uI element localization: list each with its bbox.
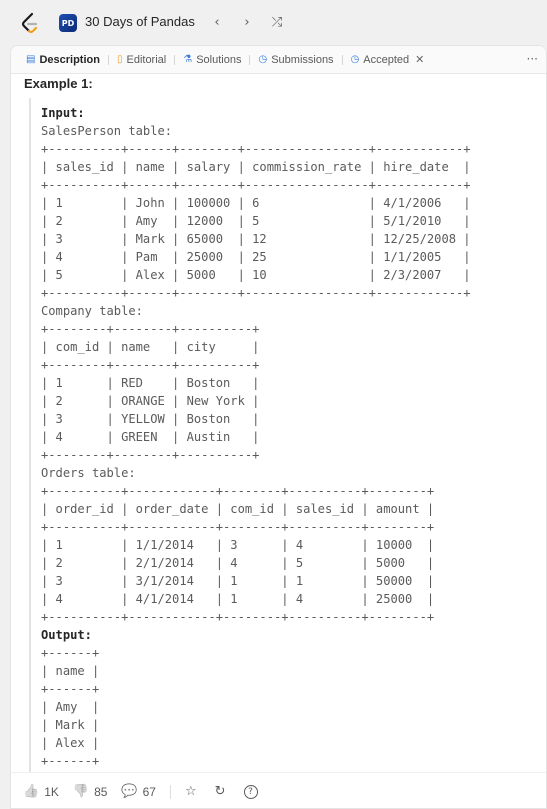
- tab-label: Description: [39, 53, 100, 66]
- example-heading: Example 1:: [24, 76, 93, 91]
- tab-submissions[interactable]: ◷ Submissions: [253, 46, 338, 74]
- tab-bar: ▤ Description ▯ Editorial ⚗ Solutions ◷ …: [11, 46, 546, 74]
- description-content: Example 1: Input: SalesPerson table: +--…: [11, 74, 546, 772]
- problem-panel: ▤ Description ▯ Editorial ⚗ Solutions ◷ …: [10, 45, 547, 809]
- close-tab-icon[interactable]: ✕: [415, 53, 424, 66]
- solutions-icon: ⚗: [183, 54, 193, 65]
- study-plan-badge: PD: [59, 14, 77, 32]
- dislike-count: 85: [94, 784, 108, 799]
- help-icon[interactable]: ?: [243, 784, 258, 799]
- footer-bar: 👍 1K 👎 85 💬 67 ☆ ↻ ?: [11, 772, 546, 808]
- tab-label: Solutions: [196, 53, 242, 66]
- input-tables: SalesPerson table: +----------+------+--…: [41, 124, 471, 624]
- tab-divider: [107, 54, 109, 65]
- top-bar: PD 30 Days of Pandas ‹ › ⤮: [0, 0, 547, 44]
- star-icon[interactable]: ☆: [185, 784, 197, 799]
- comment-icon: 💬: [121, 784, 138, 799]
- tab-label: Editorial: [126, 53, 167, 66]
- accepted-icon: ◷: [350, 54, 360, 65]
- example-pre: Input: SalesPerson table: +----------+--…: [41, 104, 537, 770]
- description-icon: ▤: [26, 54, 36, 65]
- tab-label: Accepted: [363, 53, 410, 66]
- editorial-icon: ▯: [116, 54, 123, 65]
- tab-solutions[interactable]: ⚗ Solutions: [178, 46, 246, 74]
- thumbs-up-icon: 👍: [23, 784, 40, 799]
- thumbs-down-icon: 👎: [72, 784, 90, 799]
- comment-count: 67: [142, 784, 156, 799]
- comments-button[interactable]: 💬 67: [121, 784, 156, 799]
- tab-accepted[interactable]: ◷ Accepted ✕: [346, 46, 430, 74]
- like-count: 1K: [44, 784, 59, 799]
- prev-problem-icon[interactable]: ‹: [208, 13, 226, 31]
- next-problem-icon[interactable]: ›: [238, 13, 256, 31]
- more-options-icon[interactable]: ···: [527, 52, 538, 66]
- tab-description[interactable]: ▤ Description: [21, 46, 105, 74]
- example-code-block: Input: SalesPerson table: +----------+--…: [29, 98, 537, 772]
- shuffle-icon[interactable]: ⤮: [268, 13, 286, 31]
- like-button[interactable]: 👍 1K: [23, 784, 59, 799]
- output-table: +------+ | name | +------+ | Amy | | Mar…: [41, 646, 100, 768]
- tab-label: Submissions: [271, 53, 334, 66]
- footer-divider: [169, 784, 171, 799]
- input-label: Input:: [41, 106, 85, 120]
- leetcode-logo-icon[interactable]: [20, 12, 40, 34]
- submissions-icon: ◷: [258, 54, 268, 65]
- tab-divider: [341, 54, 343, 65]
- tab-divider: [174, 54, 176, 65]
- study-plan-title[interactable]: 30 Days of Pandas: [85, 14, 195, 29]
- tab-editorial[interactable]: ▯ Editorial: [112, 46, 171, 74]
- share-icon[interactable]: ↻: [215, 784, 226, 799]
- dislike-button[interactable]: 👎 85: [73, 784, 108, 799]
- tab-divider: [249, 54, 251, 65]
- output-label: Output:: [41, 628, 92, 642]
